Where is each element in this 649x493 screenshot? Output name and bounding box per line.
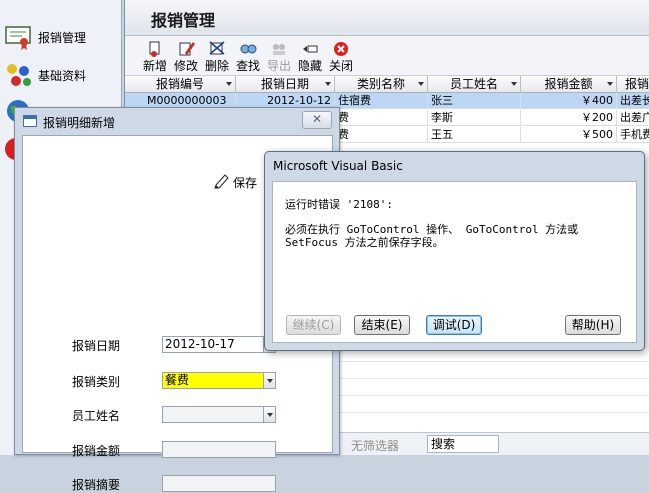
column-header-amount[interactable]: 报销金额 <box>521 76 617 93</box>
employee-name-field[interactable] <box>162 406 276 423</box>
help-button[interactable]: 帮助(H) <box>565 315 621 335</box>
dialog-body: 运行时错误 '2108': 必须在执行 GoToControl 操作、 GoTo… <box>272 181 637 343</box>
expense-date-field[interactable]: 2012-10-17 <box>162 336 276 353</box>
expense-summary-field[interactable] <box>162 475 276 492</box>
new-icon <box>139 39 171 59</box>
close-button[interactable]: 关闭 <box>325 39 357 75</box>
chevron-down-icon[interactable] <box>263 406 276 423</box>
field-label-summary: 报销摘要 <box>72 478 121 492</box>
title-bar: 报销管理 <box>125 0 649 36</box>
grid-header: 报销编号 报销日期 类别名称 员工姓名 报销金额 报销 <box>125 76 649 93</box>
close-icon <box>325 39 357 59</box>
field-label-employee: 员工姓名 <box>72 409 121 423</box>
save-pen-icon <box>213 173 231 192</box>
field-label-category: 报销类别 <box>72 375 121 389</box>
error-code-text: 运行时错误 '2108': <box>285 198 393 211</box>
continue-button[interactable]: 继续(C) <box>286 315 341 335</box>
expense-category-field[interactable]: 餐费 <box>162 372 276 389</box>
column-header-employee[interactable]: 员工姓名 <box>428 76 521 93</box>
dialog-title: 报销明细新增 <box>43 116 116 130</box>
delete-icon <box>201 39 233 59</box>
column-header-expense-date[interactable]: 报销日期 <box>236 76 335 93</box>
dropdown-arrow-icon <box>607 82 613 86</box>
dropdown-arrow-icon <box>511 82 517 86</box>
sidebar-item-basic-data[interactable]: 基础资料 <box>4 60 120 90</box>
dropdown-arrow-icon <box>226 82 232 86</box>
save-button[interactable]: 保存 <box>213 172 257 192</box>
certificate-icon <box>4 23 34 51</box>
column-header-expense-id[interactable]: 报销编号 <box>125 76 236 93</box>
dialog-title: Microsoft Visual Basic <box>273 159 403 173</box>
expense-amount-field[interactable] <box>162 441 276 458</box>
find-icon <box>232 39 264 59</box>
form-icon <box>23 115 37 127</box>
export-icon <box>263 39 295 59</box>
column-header-summary[interactable]: 报销 <box>617 76 649 93</box>
chevron-down-icon[interactable] <box>263 372 276 389</box>
field-label-amount: 报销金额 <box>72 444 121 458</box>
dialog-close-button[interactable]: ✕ <box>302 111 332 129</box>
sidebar-item-label: 报销管理 <box>38 30 87 45</box>
dialog-title-bar[interactable]: 报销明细新增 ✕ <box>15 108 339 134</box>
vb-error-dialog: Microsoft Visual Basic 运行时错误 '2108': 必须在… <box>264 151 645 351</box>
edit-icon <box>170 39 202 59</box>
page-title: 报销管理 <box>151 11 216 30</box>
toolbar: 新增 修改 删除 查找 导出 隐藏 关闭 <box>125 36 649 76</box>
error-message-line: SetFocus 方法之前保存字段。 <box>285 236 444 249</box>
dropdown-arrow-icon <box>418 82 424 86</box>
dropdown-arrow-icon <box>325 82 331 86</box>
sidebar-item-label: 基础资料 <box>38 68 87 83</box>
no-filter-button[interactable]: 无筛选器 <box>351 437 399 454</box>
column-header-category[interactable]: 类别名称 <box>335 76 428 93</box>
sidebar-item-expense-management[interactable]: 报销管理 <box>4 22 120 52</box>
end-button[interactable]: 结束(E) <box>354 315 410 335</box>
molecules-icon <box>4 61 34 89</box>
search-input[interactable]: 搜索 <box>427 435 499 453</box>
field-label-date: 报销日期 <box>72 339 121 353</box>
debug-button[interactable]: 调试(D) <box>426 315 482 335</box>
hide-icon <box>294 39 326 59</box>
